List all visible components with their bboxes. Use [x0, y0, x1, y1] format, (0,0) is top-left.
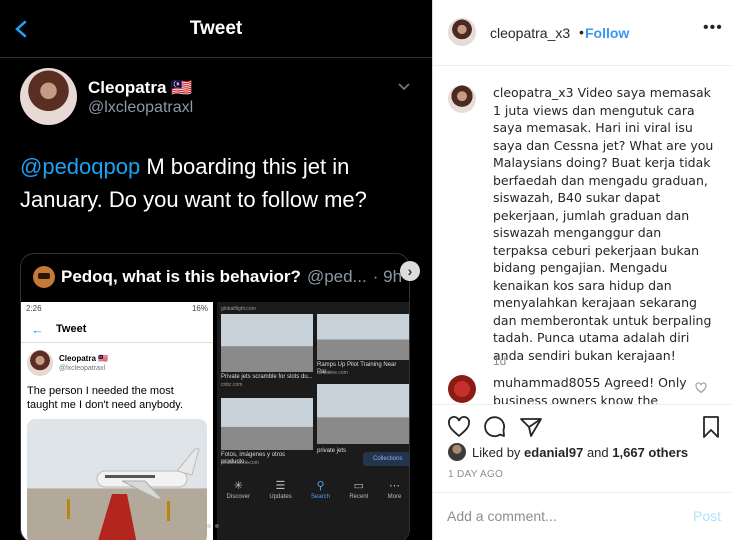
follow-button[interactable]: Follow [585, 25, 629, 41]
back-arrow-icon[interactable] [14, 20, 28, 38]
nav-recent: ▭ Recent [349, 479, 368, 500]
add-comment-bar: Post [433, 492, 732, 540]
status-time: 2:26 [26, 304, 42, 313]
result-thumbnail [317, 314, 409, 360]
result-thumbnail [221, 398, 313, 450]
quoted-author-avatar [33, 266, 55, 288]
carousel-dot-active[interactable] [207, 524, 211, 528]
tweet-author-avatar[interactable] [20, 68, 77, 125]
add-comment-input[interactable] [447, 508, 667, 524]
result-thumbnail [317, 384, 409, 444]
tweet-author-name[interactable]: Cleopatra 🇲🇾 [88, 78, 192, 98]
updates-icon: ☰ [275, 480, 286, 492]
caption-age: 1d [493, 354, 507, 368]
quoted-image-tweet-screenshot: 2:26 16% ← Tweet Cleopatra 🇲🇾 @lxcleopat… [21, 302, 213, 540]
comment-avatar[interactable] [448, 375, 476, 403]
post-comment-button[interactable]: Post [693, 508, 721, 524]
inner-author-handle: @lxcleopatraxl [59, 365, 106, 372]
author-username[interactable]: cleopatra_x3 [490, 25, 570, 41]
result-title: Private jets scramble for slots du... [221, 374, 313, 380]
comment-bubble-icon[interactable] [483, 415, 507, 439]
nav-label: Recent [349, 494, 369, 500]
separator-dot: • [579, 24, 584, 40]
comment-like-heart-icon[interactable] [695, 382, 707, 394]
caption-text: Video saya memasak 1 juta views dan meng… [493, 85, 714, 363]
likes-count-link[interactable]: 1,667 others [612, 445, 688, 460]
quoted-tweet-header: Pedoq, what is this behavior? @ped... · … [21, 254, 409, 300]
quoted-tweet-time: · 9h [372, 267, 403, 286]
liker-avatar [448, 443, 466, 461]
tweet-author-handle[interactable]: @lxcleopatraxl [88, 99, 193, 117]
likes-prefix: Liked by [472, 444, 521, 460]
search-icon: ⚲ [316, 480, 325, 492]
nav-updates: ☰ Updates [269, 479, 291, 500]
like-heart-icon[interactable] [447, 415, 471, 439]
nav-discover: ✳ Discover [227, 479, 250, 500]
tweet-header: Tweet [0, 0, 432, 58]
share-paper-plane-icon[interactable] [519, 415, 543, 439]
save-bookmark-icon[interactable] [699, 415, 723, 439]
instagram-panel: cleopatra_x3 • Follow ••• cleopatra_x3 V… [432, 0, 732, 540]
tweet-header-title: Tweet [189, 17, 243, 39]
carousel-next-button[interactable]: › [400, 261, 420, 281]
comment-username[interactable]: muhammad8055 [493, 375, 600, 390]
nav-label: Updates [269, 494, 292, 500]
result-title: private jets [317, 448, 347, 454]
nav-label: Discover [226, 494, 250, 500]
result-thumbnail [221, 314, 313, 372]
recent-icon: ▭ [353, 480, 365, 492]
caption: cleopatra_x3 Video saya memasak 1 juta v… [493, 84, 718, 364]
nav-more: ⋯ More [388, 479, 402, 500]
post-date: 1 DAY AGO [448, 469, 504, 480]
nav-label: More [387, 494, 402, 500]
inner-tweet-header: ← Tweet [21, 316, 213, 343]
likes-user-link[interactable]: edanial97 [524, 445, 583, 460]
comments-section[interactable]: cleopatra_x3 Video saya memasak 1 juta v… [433, 67, 732, 404]
nav-search: ⚲ Search [311, 479, 330, 500]
quoted-image-search-screenshot: globalflight.com Private jets scramble f… [217, 302, 409, 540]
result-source: globalflight.com [221, 306, 256, 312]
more-icon: ⋯ [388, 480, 400, 492]
result-source: cnbc.com [221, 382, 243, 388]
quoted-author-handle: @ped... [306, 267, 367, 286]
tweet-mention-link[interactable]: @pedoqpop [20, 154, 140, 179]
twitter-panel: Tweet Cleopatra 🇲🇾 @lxcleopatraxl @pedoq… [0, 0, 432, 540]
inner-tweet-text: The person I needed the most taught me I… [27, 385, 184, 411]
discover-icon: ✳ [233, 480, 243, 492]
caption-username[interactable]: cleopatra_x3 [493, 85, 574, 100]
collections-chip: Collections [363, 452, 409, 466]
tweet-text: @pedoqpop M boarding this jet in January… [20, 150, 420, 216]
jet-illustration [67, 448, 200, 540]
inner-tweet-title: Tweet [56, 323, 87, 335]
status-bar: 2:26 16% [21, 302, 213, 316]
post-header: cleopatra_x3 • Follow ••• [433, 0, 732, 66]
chevron-down-icon[interactable] [397, 82, 411, 92]
more-options-icon[interactable]: ••• [703, 19, 723, 37]
jet-photo [27, 419, 207, 540]
nav-label: Search [310, 494, 330, 500]
quoted-author-name: Pedoq, what is this behavior? [61, 267, 301, 286]
comment: muhammad8055 Agreed! Only business owner… [493, 374, 693, 404]
carousel-dot[interactable] [215, 524, 219, 528]
result-source: shutterstock.com [221, 460, 259, 466]
inner-back-arrow-icon: ← [31, 321, 44, 337]
inner-author-avatar [27, 350, 53, 376]
result-source: ainonline.com [317, 370, 348, 376]
caption-avatar[interactable] [448, 85, 476, 113]
bottom-nav: ✳ Discover ☰ Updates ⚲ Search ▭ Recent ⋯ More [217, 474, 409, 514]
status-battery: 16% [191, 304, 208, 313]
inner-author-name: Cleopatra 🇲🇾 [59, 354, 109, 363]
likes-summary: Liked by edanial97 and 1,667 others [448, 443, 688, 461]
action-bar [433, 404, 732, 444]
likes-suffix: and [586, 444, 609, 460]
author-avatar[interactable] [448, 18, 476, 46]
quoted-tweet-card[interactable]: Pedoq, what is this behavior? @ped... · … [20, 253, 410, 540]
